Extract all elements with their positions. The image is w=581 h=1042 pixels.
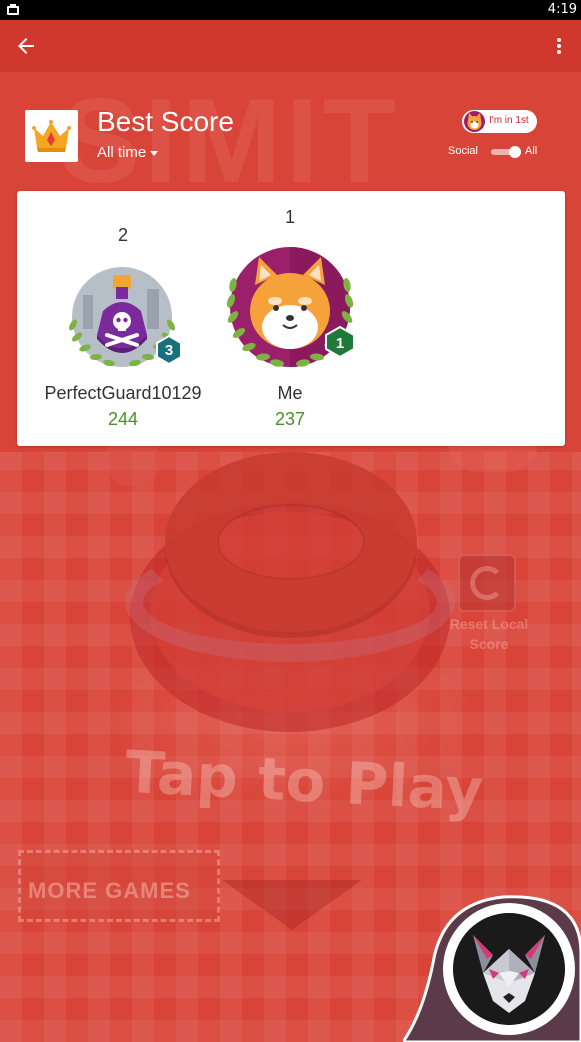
leaderboard-icon [25, 110, 78, 162]
arrow-left-icon[interactable] [14, 34, 38, 58]
level-badge: 1 [336, 335, 344, 352]
app-bar [0, 20, 581, 72]
rank-chip-label: I'm in 1st [489, 115, 529, 126]
avatar[interactable]: 1 [219, 245, 361, 379]
reset-score-label: Reset Local Score [449, 616, 529, 652]
rank-number: 2 [117, 225, 128, 245]
more-games-label: MORE GAMES [28, 878, 191, 903]
ghost-cup [108, 442, 158, 486]
time-filter-label: All time [97, 144, 147, 161]
audience-filter: Social All [448, 144, 543, 160]
refresh-icon [470, 566, 504, 600]
leaderboard-card: 2 3 PerfectGuard10129 244 1 1 Me 237 [17, 191, 565, 446]
crown-icon [32, 120, 71, 152]
level-badge: 3 [165, 342, 173, 359]
leaderboard-entry[interactable]: 1 [241, 207, 339, 228]
avatar [464, 111, 485, 132]
chevron-down-icon [150, 150, 159, 156]
player-score: 237 [274, 409, 306, 429]
player-name: PerfectGuard10129 [44, 383, 202, 403]
toggle-knob [509, 146, 521, 158]
page-title: Best Score [97, 106, 234, 137]
leaderboard-entry-info: Me 237 [241, 383, 339, 430]
social-all-toggle[interactable] [491, 146, 521, 158]
notification-icon [7, 4, 19, 15]
rank-number: 1 [284, 207, 295, 227]
all-label: All [525, 145, 538, 157]
potion-skull-avatar-icon: 3 [69, 267, 182, 367]
social-label: Social [448, 145, 478, 157]
leaderboard-entry-info: PerfectGuard10129 244 [25, 383, 221, 430]
shiba-dog-avatar-icon: 1 [226, 247, 355, 367]
status-bar: 4:19 [0, 0, 581, 20]
wolf-icon [453, 913, 565, 1025]
rank-chip[interactable]: I'm in 1st [462, 110, 537, 133]
player-score: 244 [107, 409, 139, 429]
time-filter-dropdown[interactable]: All time [97, 144, 159, 161]
simit-donut [165, 452, 417, 632]
clock: 4:19 [547, 2, 577, 17]
ghost-title-art: SIMIT [60, 74, 400, 208]
leaderboard-entry[interactable]: 2 [25, 225, 221, 246]
avatar[interactable]: 3 [61, 265, 183, 377]
player-name: Me [277, 383, 303, 403]
floating-profile-button[interactable] [403, 893, 581, 1042]
shiba-dog-icon [467, 113, 482, 130]
avatar [453, 913, 565, 1025]
more-vert-icon[interactable] [551, 34, 567, 58]
